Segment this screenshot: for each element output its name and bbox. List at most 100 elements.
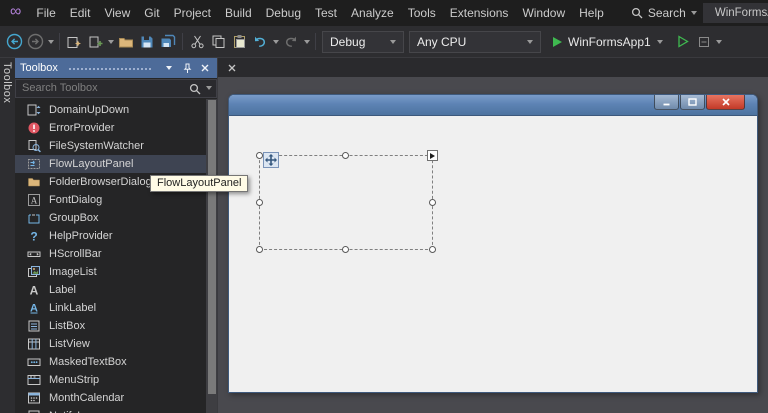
toolbox-item-maskedtextbox[interactable]: MaskedTextBox xyxy=(15,353,206,371)
resize-handle[interactable] xyxy=(342,152,349,159)
undo-button[interactable] xyxy=(250,31,270,53)
form-title-bar[interactable] xyxy=(229,95,757,116)
form-client-area[interactable] xyxy=(229,116,757,392)
toolbox-item-label: Label xyxy=(49,284,76,296)
navigation-dropdown-button[interactable] xyxy=(46,31,55,53)
menu-edit[interactable]: Edit xyxy=(63,0,98,26)
paste-icon xyxy=(233,35,245,48)
svg-text:A: A xyxy=(30,284,39,298)
forms-designer-surface[interactable] xyxy=(218,77,768,413)
toolbox-item-label[interactable]: A Label xyxy=(15,281,206,299)
scrollbar-thumb[interactable] xyxy=(207,100,216,394)
toolbar-misc-dropdown-button[interactable] xyxy=(715,31,724,53)
help-provider-icon: ? xyxy=(27,229,41,244)
add-item-dropdown-button[interactable] xyxy=(106,31,115,53)
toolbox-header[interactable]: Toolbox xyxy=(15,58,217,78)
navigate-forward-button[interactable] xyxy=(25,31,45,53)
toolbox-drag-grip[interactable] xyxy=(67,66,152,70)
search-options-button[interactable] xyxy=(206,86,212,90)
toolbox-scrollbar[interactable] xyxy=(206,99,217,413)
toolbox-item-errorprovider[interactable]: ErrorProvider xyxy=(15,119,206,137)
toolbox-item-helpprovider[interactable]: ? HelpProvider xyxy=(15,227,206,245)
menu-debug[interactable]: Debug xyxy=(259,0,308,26)
menu-view[interactable]: View xyxy=(97,0,137,26)
menu-help[interactable]: Help xyxy=(572,0,611,26)
pin-button[interactable] xyxy=(180,60,194,76)
minimize-button[interactable] xyxy=(654,95,679,110)
start-debugging-button[interactable]: WinFormsApp1 xyxy=(546,31,670,53)
toolbox-item-label: FolderBrowserDialog xyxy=(49,176,152,188)
toolbox-item-listview[interactable]: ListView xyxy=(15,335,206,353)
document-tab-close-button[interactable] xyxy=(224,60,239,75)
solution-platform-combo[interactable]: Any CPU xyxy=(409,30,541,53)
open-file-button[interactable] xyxy=(116,31,136,53)
resize-handle[interactable] xyxy=(429,198,436,206)
main-menu: File Edit View Git Project Build Debug Test Anal… xyxy=(29,0,610,26)
save-button[interactable] xyxy=(137,31,157,53)
menu-extensions[interactable]: Extensions xyxy=(443,0,516,26)
toolbox-item-domainupdown[interactable]: DomainUpDown xyxy=(15,101,206,119)
menu-build[interactable]: Build xyxy=(218,0,259,26)
menu-project[interactable]: Project xyxy=(167,0,218,26)
toolbox-item-notifyicon[interactable]: NotifyIcon xyxy=(15,407,206,413)
run-target-label: WinFormsApp1 xyxy=(568,34,651,49)
toolbox-item-flowlayoutpanel[interactable]: FlowLayoutPanel xyxy=(15,155,206,173)
paste-button[interactable] xyxy=(229,31,249,53)
minimize-icon xyxy=(663,103,670,106)
toolbox-vertical-tab[interactable]: Toolbox xyxy=(1,62,13,103)
undo-dropdown-button[interactable] xyxy=(271,31,280,53)
copy-icon xyxy=(212,35,224,48)
list-view-icon xyxy=(27,337,41,351)
solution-configuration-combo[interactable]: Debug xyxy=(322,30,404,53)
menu-test[interactable]: Test xyxy=(308,0,344,26)
toolbox-item-monthcalendar[interactable]: MonthCalendar xyxy=(15,389,206,407)
error-provider-icon xyxy=(27,121,41,135)
flow-layout-panel-control[interactable] xyxy=(256,150,438,253)
play-icon xyxy=(553,36,562,47)
menu-analyze[interactable]: Analyze xyxy=(344,0,401,26)
close-toolbox-button[interactable] xyxy=(198,60,212,76)
resize-handle[interactable] xyxy=(342,246,349,253)
redo-dropdown-button[interactable] xyxy=(302,31,311,53)
toolbox-item-label: MaskedTextBox xyxy=(49,356,127,368)
toolbox-item-hscrollbar[interactable]: HScrollBar xyxy=(15,245,206,263)
menu-file[interactable]: File xyxy=(29,0,62,26)
toolbox-item-label: LinkLabel xyxy=(49,302,97,314)
redo-button[interactable] xyxy=(281,31,301,53)
menu-tools[interactable]: Tools xyxy=(401,0,443,26)
copy-button[interactable] xyxy=(208,31,228,53)
cut-button[interactable] xyxy=(187,31,207,53)
image-list-icon xyxy=(27,265,41,279)
toolbox-item-imagelist[interactable]: ImageList xyxy=(15,263,206,281)
chevron-down-icon xyxy=(690,11,697,15)
menu-window[interactable]: Window xyxy=(515,0,572,26)
menu-git[interactable]: Git xyxy=(137,0,166,26)
new-project-button[interactable] xyxy=(64,31,84,53)
toolbox-item-fontdialog[interactable]: A FontDialog xyxy=(15,191,206,209)
close-button[interactable] xyxy=(706,95,745,110)
start-without-debugging-button[interactable] xyxy=(673,31,693,53)
move-control-handle[interactable] xyxy=(263,152,279,168)
resize-handle[interactable] xyxy=(256,152,263,159)
toolbox-item-listbox[interactable]: ListBox xyxy=(15,317,206,335)
smart-tag-button[interactable] xyxy=(427,150,438,161)
search-icon xyxy=(631,7,643,19)
toolbox-item-linklabel[interactable]: A LinkLabel xyxy=(15,299,206,317)
resize-handle[interactable] xyxy=(256,198,263,206)
window-position-button[interactable] xyxy=(162,60,176,76)
search-control[interactable]: Search xyxy=(625,2,703,24)
add-item-button[interactable] xyxy=(85,31,105,53)
save-all-button[interactable] xyxy=(158,31,178,53)
toolbar-misc-button[interactable] xyxy=(694,31,714,53)
toolbox-item-filesystemwatcher[interactable]: FileSystemWatcher xyxy=(15,137,206,155)
solution-name-badge[interactable]: WinFormsApp1 xyxy=(702,3,768,23)
toolbox-search-input[interactable] xyxy=(15,78,217,98)
designed-form[interactable] xyxy=(228,94,758,393)
toolbox-item-groupbox[interactable]: GroupBox xyxy=(15,209,206,227)
resize-handle[interactable] xyxy=(256,246,263,253)
navigate-back-button[interactable] xyxy=(4,31,24,53)
resize-handle[interactable] xyxy=(429,246,436,253)
chevron-down-icon xyxy=(166,66,172,70)
maximize-button[interactable] xyxy=(680,95,705,110)
toolbox-item-menustrip[interactable]: MenuStrip xyxy=(15,371,206,389)
